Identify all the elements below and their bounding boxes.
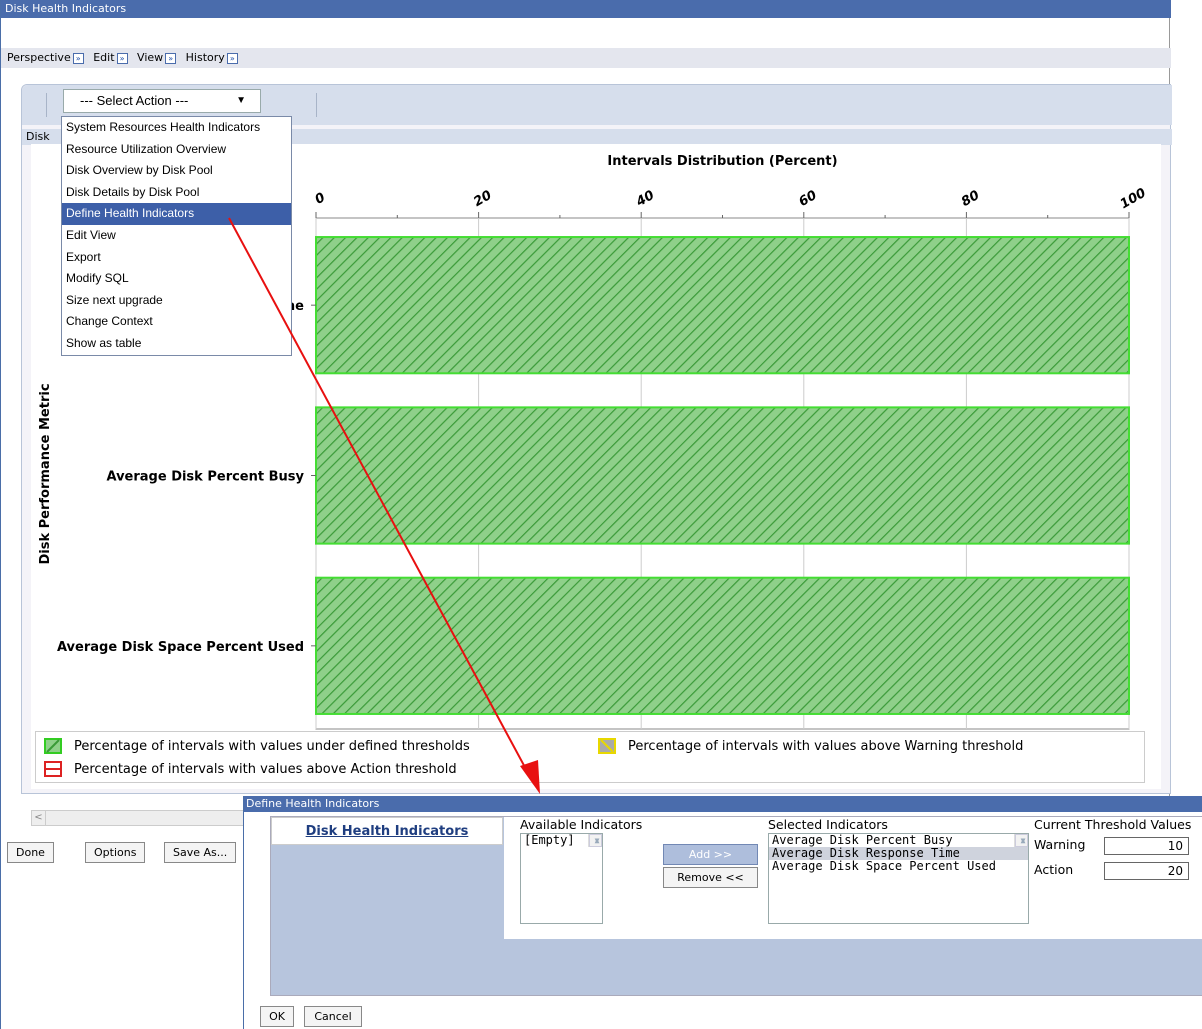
bar — [315, 236, 1130, 375]
chevron-down-icon: ▼ — [236, 95, 246, 106]
done-button[interactable]: Done — [7, 842, 54, 863]
x-tick-label: 20 — [471, 188, 494, 210]
action-label: Action — [1034, 862, 1074, 877]
legend-label: Percentage of intervals with values abov… — [628, 738, 1024, 754]
disk-health-indicators-link[interactable]: Disk Health Indicators — [271, 817, 503, 845]
menu-item[interactable]: Show as table — [62, 333, 291, 355]
menu-item-selected[interactable]: Define Health Indicators — [62, 203, 291, 225]
tab-label: Disk — [26, 130, 50, 143]
x-tick-label: 40 — [633, 188, 657, 211]
save-as-button[interactable]: Save As... — [164, 842, 237, 863]
menu-item[interactable]: Edit View — [62, 225, 291, 247]
warning-label: Warning — [1034, 837, 1086, 852]
y-axis-label: Disk Performance Metric — [38, 383, 53, 564]
threshold-values-label: Current Threshold Values — [1034, 817, 1192, 832]
menu-item[interactable]: Export — [62, 247, 291, 269]
dialog-title: Define Health Indicators — [244, 796, 1202, 812]
ok-button[interactable]: OK — [260, 1006, 294, 1027]
menu-perspective[interactable]: Perspective» — [7, 51, 88, 64]
menu-item[interactable]: System Resources Health Indicators — [62, 117, 291, 139]
double-arrow-icon: » — [116, 52, 128, 64]
vertical-scrollbar[interactable]: ▲ ▼ — [1014, 834, 1028, 847]
window-title: Disk Health Indicators — [1, 0, 1171, 18]
menu-item[interactable]: Size next upgrade — [62, 290, 291, 312]
scroll-down-icon[interactable]: ▼ — [1015, 834, 1028, 847]
menu-label: History — [185, 51, 225, 64]
double-arrow-icon: » — [165, 52, 177, 64]
yellow-hatch-swatch-icon — [598, 738, 616, 754]
double-arrow-icon: » — [72, 52, 84, 64]
green-hatch-swatch-icon — [44, 738, 62, 754]
bar — [315, 576, 1130, 715]
available-indicators-list[interactable]: [Empty] ▲ ▼ — [520, 833, 603, 924]
menu-item[interactable]: Modify SQL — [62, 268, 291, 290]
options-button[interactable]: Options — [85, 842, 146, 863]
legend-label: Percentage of intervals with values abov… — [74, 761, 457, 777]
legend-item-warning: Percentage of intervals with values abov… — [598, 738, 1023, 754]
selected-indicators-label: Selected Indicators — [768, 817, 888, 832]
menu-label: Edit — [93, 51, 115, 64]
x-tick-label: 60 — [796, 188, 819, 210]
add-button[interactable]: Add >> — [663, 844, 758, 865]
double-arrow-icon: » — [226, 52, 238, 64]
scroll-down-icon[interactable]: ▼ — [589, 834, 602, 847]
legend-label: Percentage of intervals with values unde… — [74, 738, 470, 754]
menu-item[interactable]: Change Context — [62, 311, 291, 333]
x-tick-label: 0 — [313, 190, 328, 208]
define-health-indicators-dialog: Define Health Indicators Disk Health Ind… — [243, 796, 1202, 1029]
x-tick-label: 80 — [959, 188, 982, 210]
selected-indicators-list[interactable]: Average Disk Percent Busy Average Disk R… — [768, 833, 1029, 924]
menu-label: View — [137, 51, 164, 64]
chart-legend: Percentage of intervals with values unde… — [35, 731, 1145, 783]
warning-threshold-input[interactable]: 10 — [1104, 837, 1189, 855]
menu-item[interactable]: Resource Utilization Overview — [62, 139, 291, 161]
chart-title: Intervals Distribution (Percent) — [607, 154, 837, 169]
indicator-nav-panel: Disk Health Indicators — [271, 817, 503, 939]
available-indicators-label: Available Indicators — [520, 817, 643, 832]
y-tick-label: Average Disk Space Percent Used — [57, 640, 304, 655]
legend-item-under: Percentage of intervals with values unde… — [44, 738, 470, 754]
vertical-scrollbar[interactable]: ▲ ▼ — [588, 834, 602, 847]
toolbar-separator — [46, 93, 47, 117]
menu-history[interactable]: History» — [186, 51, 242, 64]
scroll-left-icon[interactable]: < — [32, 811, 46, 825]
red-swatch-icon — [44, 761, 62, 777]
menu-edit[interactable]: Edit» — [93, 51, 131, 64]
menu-item[interactable]: Disk Details by Disk Pool — [62, 182, 291, 204]
select-action-dropdown[interactable]: --- Select Action --- ▼ — [63, 89, 261, 113]
x-tick-label: 100 — [1118, 186, 1149, 213]
toolbar-separator — [316, 93, 317, 117]
menu-bar: Perspective» Edit» View» History» — [1, 48, 1171, 68]
y-tick-label: Average Disk Percent Busy — [106, 470, 304, 485]
legend-item-action: Percentage of intervals with values abov… — [44, 761, 457, 777]
indicator-editor: Available Indicators [Empty] ▲ ▼ Add >> … — [504, 817, 1202, 939]
action-menu: System Resources Health Indicators Resou… — [61, 116, 292, 356]
menu-item[interactable]: Disk Overview by Disk Pool — [62, 160, 291, 182]
action-threshold-input[interactable]: 20 — [1104, 862, 1189, 880]
select-action-label: --- Select Action --- — [80, 93, 189, 108]
remove-button[interactable]: Remove << — [663, 867, 758, 888]
menu-view[interactable]: View» — [137, 51, 180, 64]
cancel-button[interactable]: Cancel — [304, 1006, 362, 1027]
menu-label: Perspective — [7, 51, 71, 64]
list-item[interactable]: Average Disk Space Percent Used — [769, 860, 1028, 873]
bar — [315, 406, 1130, 545]
